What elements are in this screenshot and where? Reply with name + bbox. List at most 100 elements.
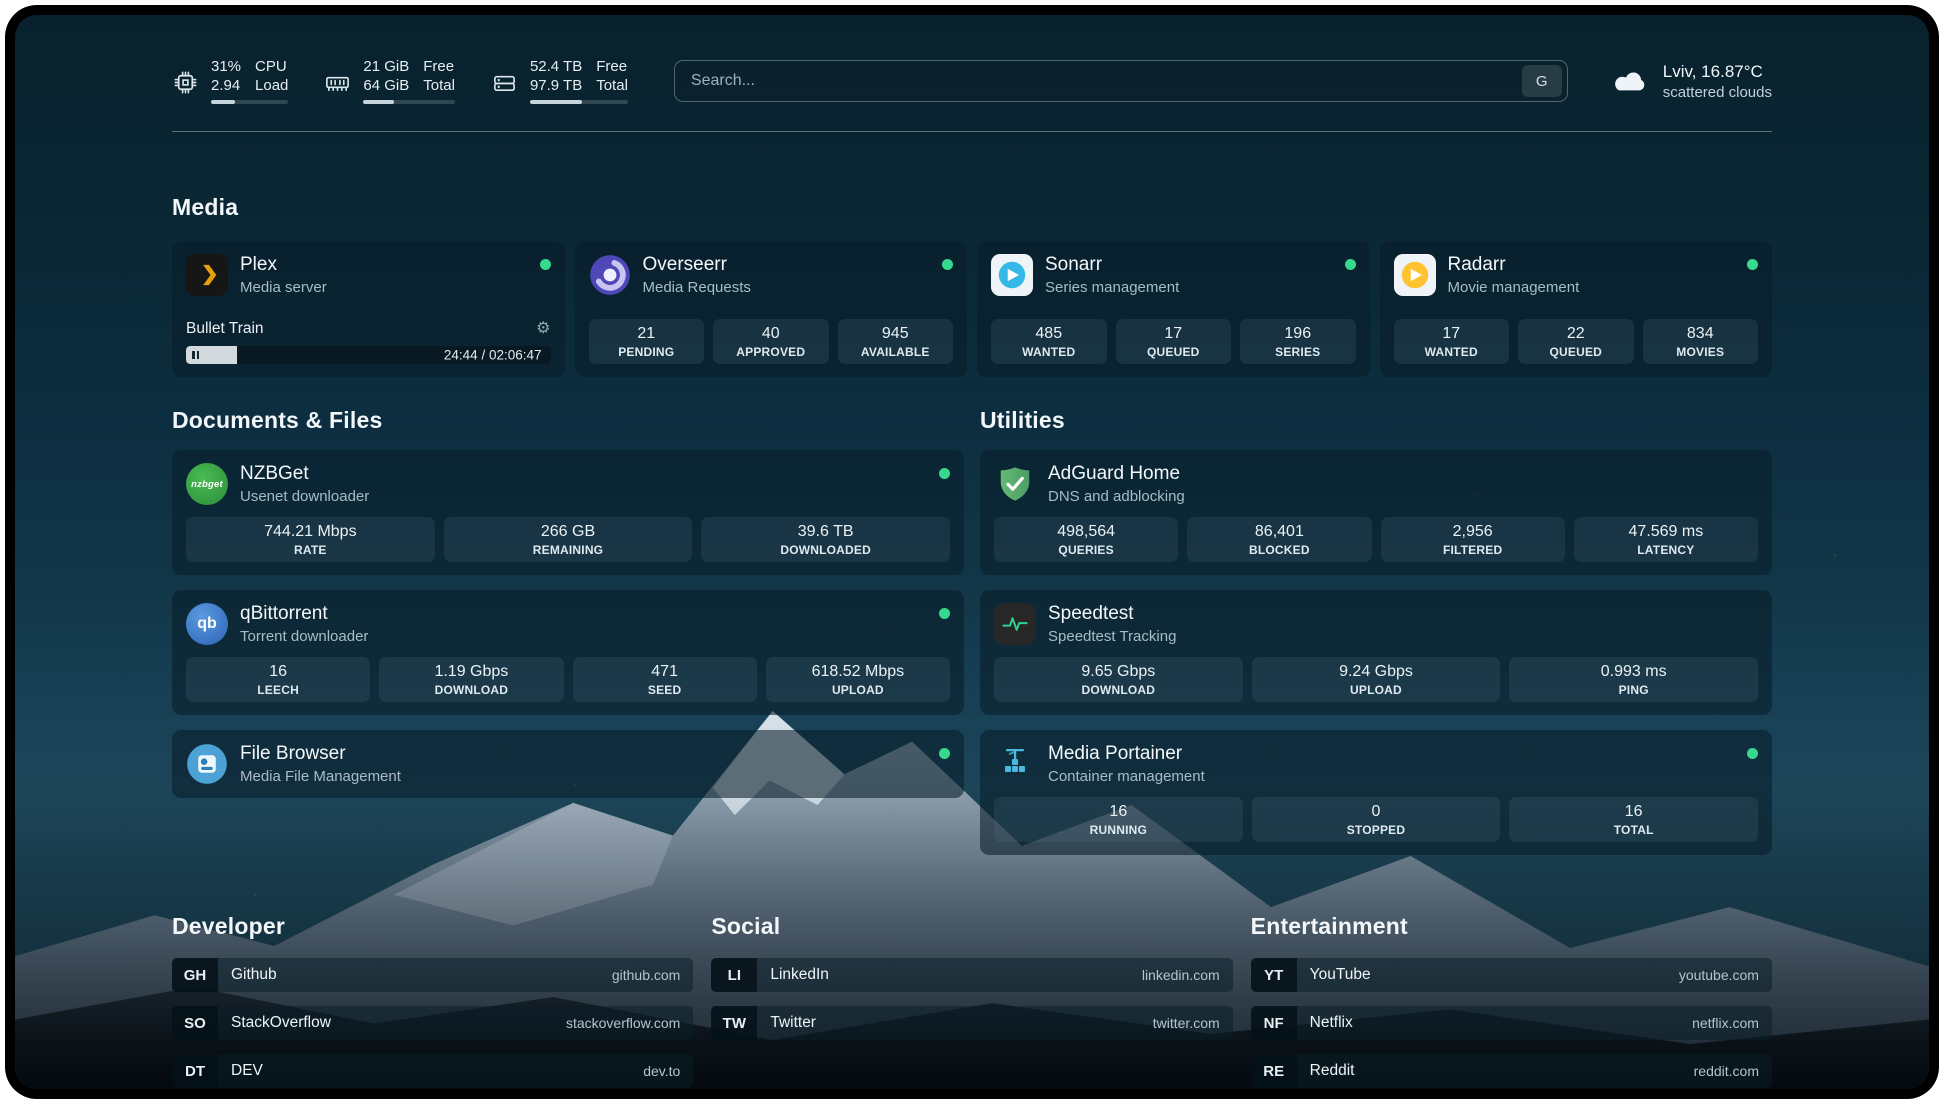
bookmark-reddit[interactable]: RE Reddit reddit.com (1251, 1054, 1772, 1088)
bookmark-url: youtube.com (1679, 958, 1772, 992)
disk-free-value: 52.4 TB (530, 58, 582, 77)
service-card-portainer[interactable]: Media Portainer Container management 16 … (980, 730, 1772, 855)
resource-widgets: 31% 2.94 CPU Load (172, 58, 628, 105)
bookmark-group-developer: Developer GH Github github.com SO StackO… (172, 913, 693, 1088)
stat-filtered: 2,956 FILTERED (1381, 517, 1565, 562)
service-name: File Browser (240, 743, 401, 765)
qbittorrent-icon: qb (186, 603, 228, 645)
bookmark-abbr: DT (172, 1054, 218, 1088)
bookmark-dev[interactable]: DT DEV dev.to (172, 1054, 693, 1088)
status-dot (1345, 259, 1356, 270)
bookmark-name: StackOverflow (218, 1006, 344, 1040)
disk-free-label: Free (596, 58, 628, 77)
service-card-nzbget[interactable]: nzbget NZBGet Usenet downloader (172, 450, 964, 575)
service-card-overseerr[interactable]: Overseerr Media Requests 21 PENDING (575, 241, 968, 377)
service-card-sonarr[interactable]: Sonarr Series management 485 WANTED (977, 241, 1370, 377)
memory-widget: 21 GiB 64 GiB Free Total (324, 58, 455, 105)
section-documents: Documents & Files nzbget NZBGet (172, 407, 964, 798)
cpu-load-label: Load (255, 77, 288, 96)
bookmark-url: stackoverflow.com (566, 1006, 693, 1040)
service-card-plex[interactable]: Plex Media server Bullet Train ⚙ (172, 241, 565, 377)
bookmark-name: LinkedIn (757, 958, 842, 992)
service-card-qbittorrent[interactable]: qb qBittorrent Torrent downloader (172, 590, 964, 715)
service-subtitle: DNS and adblocking (1048, 488, 1185, 505)
plex-icon (186, 254, 228, 296)
service-subtitle: Media server (240, 279, 327, 296)
bookmark-name: Twitter (757, 1006, 829, 1040)
overseerr-icon (589, 254, 631, 296)
bookmark-url: reddit.com (1694, 1054, 1772, 1088)
memory-free-label: Free (423, 58, 455, 77)
bookmark-group-social: Social LI LinkedIn linkedin.com TW Twitt… (711, 913, 1232, 1088)
cpu-load-value: 2.94 (211, 77, 241, 96)
weather-condition: scattered clouds (1663, 84, 1772, 101)
cpu-progress-bar (211, 100, 288, 104)
bookmark-name: Reddit (1297, 1054, 1368, 1088)
bookmark-group-entertainment: Entertainment YT YouTube youtube.com NF … (1251, 913, 1772, 1088)
service-subtitle: Media Requests (643, 279, 751, 296)
memory-progress-bar (363, 100, 455, 104)
bookmark-abbr: NF (1251, 1006, 1297, 1040)
playback-time: 24:44 / 02:06:47 (444, 348, 542, 363)
stat-remaining: 266 GB REMAINING (444, 517, 693, 562)
adguard-icon (994, 463, 1036, 505)
service-card-radarr[interactable]: Radarr Movie management 17 WANTED (1380, 241, 1773, 377)
weather-widget[interactable]: Lviv, 16.87°C scattered clouds (1610, 62, 1772, 101)
disk-icon (491, 69, 518, 96)
nzbget-icon-text: nzbget (191, 479, 223, 490)
bookmark-abbr: SO (172, 1006, 218, 1040)
bookmark-youtube[interactable]: YT YouTube youtube.com (1251, 958, 1772, 992)
service-name: Radarr (1448, 254, 1580, 276)
cpu-usage-label: CPU (255, 58, 288, 77)
cpu-usage-value: 31% (211, 58, 241, 77)
stat-leech: 16 LEECH (186, 657, 370, 702)
portainer-icon (994, 743, 1036, 785)
service-subtitle: Movie management (1448, 279, 1580, 296)
service-card-adguard[interactable]: AdGuard Home DNS and adblocking 498,564 … (980, 450, 1772, 575)
bookmark-netflix[interactable]: NF Netflix netflix.com (1251, 1006, 1772, 1040)
playback-progress-bar[interactable]: 24:44 / 02:06:47 (186, 346, 551, 364)
stat-latency: 47.569 ms LATENCY (1574, 517, 1758, 562)
stat-stopped: 0 STOPPED (1252, 797, 1501, 842)
status-dot (939, 748, 950, 759)
section-title-documents: Documents & Files (172, 407, 964, 434)
bookmark-url: github.com (612, 958, 693, 992)
top-bar: 31% 2.94 CPU Load (172, 49, 1772, 113)
search-provider-button[interactable]: G (1522, 65, 1562, 97)
bookmark-name: DEV (218, 1054, 276, 1088)
stat-rate: 744.21 Mbps RATE (186, 517, 435, 562)
bookmark-abbr: GH (172, 958, 218, 992)
bookmark-github[interactable]: GH Github github.com (172, 958, 693, 992)
service-name: Speedtest (1048, 603, 1176, 625)
section-title-entertainment: Entertainment (1251, 913, 1772, 940)
qbittorrent-icon-text: qb (197, 615, 217, 633)
pause-icon[interactable] (192, 351, 199, 359)
section-title-media: Media (172, 194, 1772, 221)
bookmark-linkedin[interactable]: LI LinkedIn linkedin.com (711, 958, 1232, 992)
search-bar: G (674, 60, 1568, 102)
service-card-filebrowser[interactable]: File Browser Media File Management (172, 730, 964, 798)
stat-seed: 471 SEED (573, 657, 757, 702)
sonarr-icon (991, 254, 1033, 296)
service-name: NZBGet (240, 463, 369, 485)
bookmark-name: Github (218, 958, 290, 992)
service-name: Sonarr (1045, 254, 1179, 276)
stat-download: 9.65 Gbps DOWNLOAD (994, 657, 1243, 702)
bookmark-url: twitter.com (1153, 1006, 1233, 1040)
bookmark-stackoverflow[interactable]: SO StackOverflow stackoverflow.com (172, 1006, 693, 1040)
stat-queued: 17 QUEUED (1116, 319, 1232, 364)
bookmark-abbr: TW (711, 1006, 757, 1040)
speedtest-icon (994, 603, 1036, 645)
stat-queries: 498,564 QUERIES (994, 517, 1178, 562)
service-subtitle: Speedtest Tracking (1048, 628, 1176, 645)
settings-gear-icon[interactable]: ⚙ (536, 321, 550, 337)
memory-icon (324, 69, 351, 96)
cpu-icon (172, 69, 199, 96)
service-card-speedtest[interactable]: Speedtest Speedtest Tracking 9.65 Gbps D… (980, 590, 1772, 715)
bookmark-url: dev.to (643, 1054, 693, 1088)
bookmarks-area: Developer GH Github github.com SO StackO… (172, 913, 1772, 1089)
section-title-utilities: Utilities (980, 407, 1772, 434)
search-input[interactable] (691, 72, 1522, 90)
bookmark-twitter[interactable]: TW Twitter twitter.com (711, 1006, 1232, 1040)
filebrowser-icon (186, 743, 228, 785)
